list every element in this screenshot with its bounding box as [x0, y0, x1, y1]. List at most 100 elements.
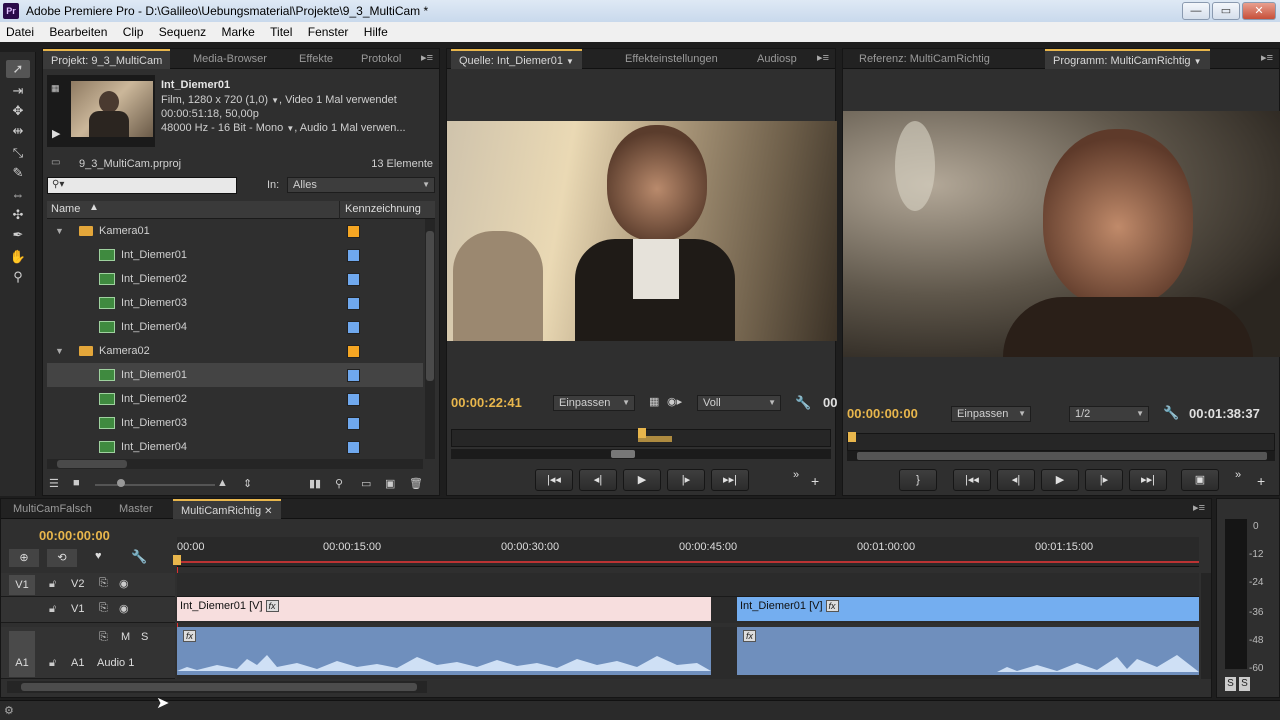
pen-tool-icon[interactable]: ✒ — [6, 226, 30, 244]
menu-clip[interactable]: Clip — [117, 22, 150, 42]
menu-datei[interactable]: Datei — [0, 22, 40, 42]
program-time-ruler[interactable] — [847, 432, 1275, 451]
rate-stretch-tool-icon[interactable]: ⤡ — [6, 144, 30, 162]
add-button-icon[interactable]: + — [811, 473, 819, 489]
drag-audio-icon[interactable]: ◉▸ — [667, 395, 682, 408]
track-lane-a1[interactable]: fx fx — [177, 627, 1199, 679]
linked-selection-icon[interactable]: ⟲ — [47, 549, 77, 567]
minimize-button[interactable]: — — [1182, 2, 1210, 20]
step-forward-button[interactable]: |▸ — [667, 469, 705, 491]
close-button[interactable]: ✕ — [1242, 2, 1276, 20]
new-item-icon[interactable]: ▣ — [385, 477, 395, 490]
work-area-bar[interactable] — [177, 561, 1199, 563]
play-thumbnail-icon[interactable]: ▶ — [52, 127, 60, 140]
program-extend-controls-icon[interactable]: » — [1235, 469, 1241, 481]
lock-icon[interactable]: 🔓︎ — [49, 603, 56, 616]
source-patch-v1[interactable]: V1 — [9, 575, 35, 595]
tab-reference[interactable]: Referenz: MultiCamRichtig — [851, 49, 998, 69]
list-view-icon[interactable]: ☰ — [49, 477, 59, 490]
clip-row[interactable]: Int_Diemer01 — [47, 363, 423, 387]
timeline-hscroll-thumb[interactable] — [21, 683, 417, 691]
program-timecode[interactable]: 00:00:00:00 — [847, 406, 918, 421]
go-to-out-button[interactable]: ▸▸| — [711, 469, 749, 491]
tab-program[interactable]: Programm: MultiCamRichtig ▼ — [1045, 49, 1210, 69]
program-mark-out-button[interactable]: } — [899, 469, 937, 491]
mute-button[interactable]: M — [121, 631, 130, 643]
audio-clip-b[interactable]: fx — [737, 627, 1199, 675]
clip-row[interactable]: Int_Diemer03 — [47, 411, 423, 435]
tab-history[interactable]: Protokol — [353, 49, 409, 69]
selection-tool-icon[interactable]: ➚ — [6, 60, 30, 78]
program-export-frame-button[interactable]: ▣ — [1181, 469, 1219, 491]
clip-row[interactable]: Int_Diemer01 — [47, 243, 423, 267]
menu-fenster[interactable]: Fenster — [302, 22, 355, 42]
track-lane-v2[interactable] — [177, 573, 1199, 597]
ripple-edit-tool-icon[interactable]: ✥ — [6, 102, 30, 120]
program-zoom-handle[interactable] — [857, 452, 1267, 460]
razor-tool-icon[interactable]: ✎ — [6, 164, 30, 182]
menu-sequenz[interactable]: Sequenz — [153, 22, 212, 42]
timeline-horizontal-scrollbar[interactable] — [7, 681, 427, 693]
timeline-playhead[interactable] — [173, 555, 181, 565]
panel-menu-icon[interactable]: ▸≡ — [421, 51, 433, 64]
track-select-tool-icon[interactable]: ⇥ — [6, 82, 30, 100]
search-input[interactable]: ⚲▾ — [47, 177, 237, 194]
hand-tool-icon[interactable]: ✋ — [6, 248, 30, 266]
hscroll-thumb[interactable] — [57, 460, 127, 468]
track-lane-v1[interactable]: Int_Diemer01 [V] fx Int_Diemer01 [V] fx — [177, 597, 1199, 623]
sort-icon[interactable]: ⇕ — [243, 477, 252, 490]
slip-tool-icon[interactable]: ⇔ — [6, 186, 30, 204]
step-back-button[interactable]: ◂| — [579, 469, 617, 491]
audio-clip-a[interactable]: fx — [177, 627, 711, 675]
tab-audio-mixer[interactable]: Audiosp — [749, 49, 805, 69]
source-settings-wrench-icon[interactable]: 🔧 — [795, 395, 811, 411]
program-settings-wrench-icon[interactable]: 🔧 — [1163, 405, 1179, 421]
program-add-button-icon[interactable]: + — [1257, 473, 1265, 489]
tab-master[interactable]: Master — [111, 499, 161, 519]
menu-bearbeiten[interactable]: Bearbeiten — [43, 22, 113, 42]
program-go-to-in-button[interactable]: |◂◂ — [953, 469, 991, 491]
clip-row[interactable]: Int_Diemer03 — [47, 291, 423, 315]
menu-marke[interactable]: Marke — [215, 22, 260, 42]
eye-icon[interactable]: ◉ — [119, 577, 129, 590]
scrollbar-thumb[interactable] — [426, 231, 434, 381]
program-step-back-button[interactable]: ◂| — [997, 469, 1035, 491]
status-settings-icon[interactable]: ⚙ — [4, 704, 14, 717]
clip-row[interactable]: Int_Diemer04 — [47, 435, 423, 459]
source-fit-dropdown[interactable]: Einpassen ▼ — [553, 395, 635, 411]
track-name-v2[interactable]: V2 — [71, 578, 84, 590]
folder-row[interactable]: ▼ Kamera01 — [47, 219, 423, 243]
expand-triangle-icon[interactable]: ▼ — [55, 339, 64, 363]
timeline-vertical-scrollbar[interactable] — [1201, 573, 1211, 679]
automate-icon[interactable]: ▲ — [217, 477, 228, 489]
tab-effects[interactable]: Effekte — [291, 49, 341, 69]
source-playhead[interactable] — [638, 428, 646, 438]
source-zoom-scrollbar[interactable] — [451, 449, 831, 459]
menu-hilfe[interactable]: Hilfe — [358, 22, 394, 42]
timeline-panel-menu-icon[interactable]: ▸≡ — [1193, 501, 1205, 514]
clip-row[interactable]: Int_Diemer02 — [47, 387, 423, 411]
program-play-button[interactable]: ▶ — [1041, 469, 1079, 491]
tab-multicam-falsch[interactable]: MultiCamFalsch — [5, 499, 100, 519]
tab-effect-controls[interactable]: Effekteinstellungen — [617, 49, 726, 69]
source-quality-dropdown[interactable]: Voll ▼ — [697, 395, 781, 411]
tab-source[interactable]: Quelle: Int_Diemer01 ▼ — [451, 49, 582, 69]
source-timecode[interactable]: 00:00:22:41 — [451, 395, 522, 410]
icon-view-icon[interactable]: ■ — [73, 477, 80, 489]
tab-project[interactable]: Projekt: 9_3_MultiCam — [43, 49, 171, 69]
project-vertical-scrollbar[interactable] — [425, 219, 435, 459]
new-bin-icon[interactable]: ▭ — [361, 477, 371, 490]
project-horizontal-scrollbar[interactable] — [47, 459, 423, 469]
tab-media-browser[interactable]: Media-Browser — [185, 49, 275, 69]
lock-icon[interactable]: 🔓︎ — [49, 578, 56, 591]
zoom-tool-icon[interactable]: ⚲ — [6, 268, 30, 286]
bin-icon[interactable]: ▮▮ — [309, 477, 321, 490]
track-name-v1[interactable]: V1 — [71, 603, 84, 615]
go-to-in-button[interactable]: |◂◂ — [535, 469, 573, 491]
program-fit-dropdown[interactable]: Einpassen ▼ — [951, 406, 1031, 422]
clip-row[interactable]: Int_Diemer02 — [47, 267, 423, 291]
snap-icon[interactable]: ⊕ — [9, 549, 39, 567]
zoom-slider[interactable] — [95, 484, 215, 486]
timeline-settings-wrench-icon[interactable]: 🔧 — [131, 549, 147, 565]
program-step-forward-button[interactable]: |▸ — [1085, 469, 1123, 491]
